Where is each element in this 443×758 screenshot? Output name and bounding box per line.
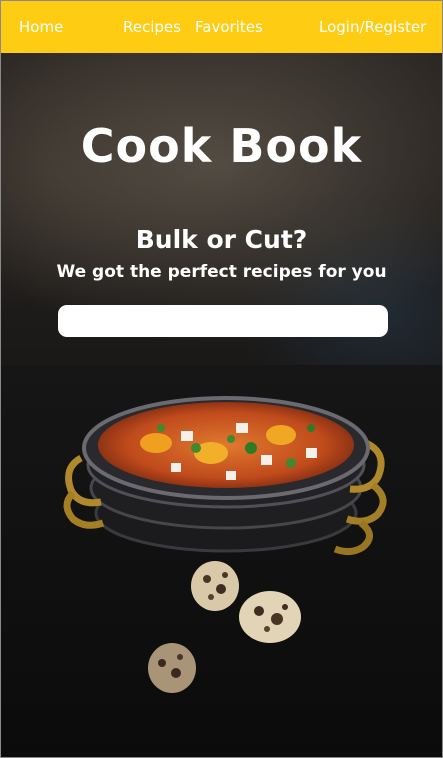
quail-egg-image xyxy=(148,643,196,693)
site-title: Cook Book xyxy=(80,119,363,173)
nav-recipes-link[interactable]: Recipes xyxy=(123,18,181,36)
hero-headline: Bulk or Cut? xyxy=(135,225,308,254)
hero-section: Cook Book Bulk or Cut? We got the perfec… xyxy=(1,53,442,757)
nav-login-register-link[interactable]: Login/Register xyxy=(319,18,426,36)
hero-subheadline: We got the perfect recipes for you xyxy=(56,262,387,282)
food-pan-image xyxy=(63,396,387,556)
navbar: Home Recipes Favorites Login/Register xyxy=(1,1,442,53)
quail-egg-image xyxy=(239,591,301,643)
search-input[interactable] xyxy=(58,305,388,337)
nav-home-link[interactable]: Home xyxy=(19,18,63,36)
nav-favorites-link[interactable]: Favorites xyxy=(195,18,263,36)
app-frame: Home Recipes Favorites Login/Register Co… xyxy=(0,0,443,758)
quail-egg-image xyxy=(191,561,239,611)
